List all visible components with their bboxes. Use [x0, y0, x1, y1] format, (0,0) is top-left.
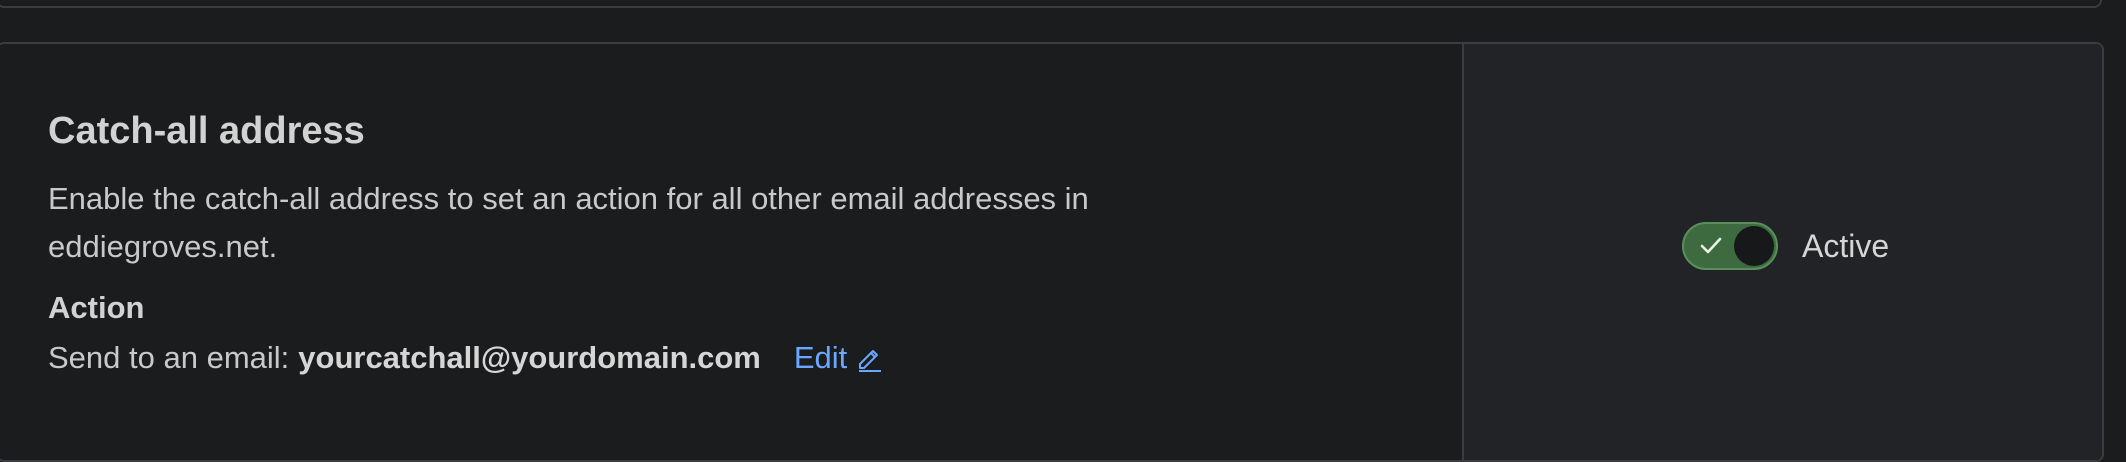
toggle-knob [1734, 226, 1774, 266]
catch-all-status-pane: Active [1462, 44, 2102, 460]
section-description: Enable the catch-all address to set an a… [48, 181, 1089, 264]
check-icon [1700, 236, 1722, 261]
action-prefix: Send to an email: [48, 340, 290, 375]
catch-all-toggle[interactable] [1682, 222, 1778, 270]
toggle-status-label: Active [1802, 227, 1890, 264]
previous-card [0, 0, 2102, 8]
section-title: Catch-all address [48, 110, 365, 152]
status-toggle-group: Active [1682, 222, 1889, 270]
edit-link-label: Edit [793, 340, 848, 375]
action-description: Send to an email: yourcatchall@yourdomai… [48, 340, 883, 376]
pencil-icon [857, 344, 883, 372]
action-label: Action [48, 290, 145, 325]
edit-link[interactable]: Edit [794, 340, 883, 376]
catch-all-details: Catch-all address Enable the catch-all a… [0, 44, 1462, 460]
action-email: yourcatchall@yourdomain.com [298, 340, 761, 375]
catch-all-card: Catch-all address Enable the catch-all a… [0, 42, 2104, 462]
